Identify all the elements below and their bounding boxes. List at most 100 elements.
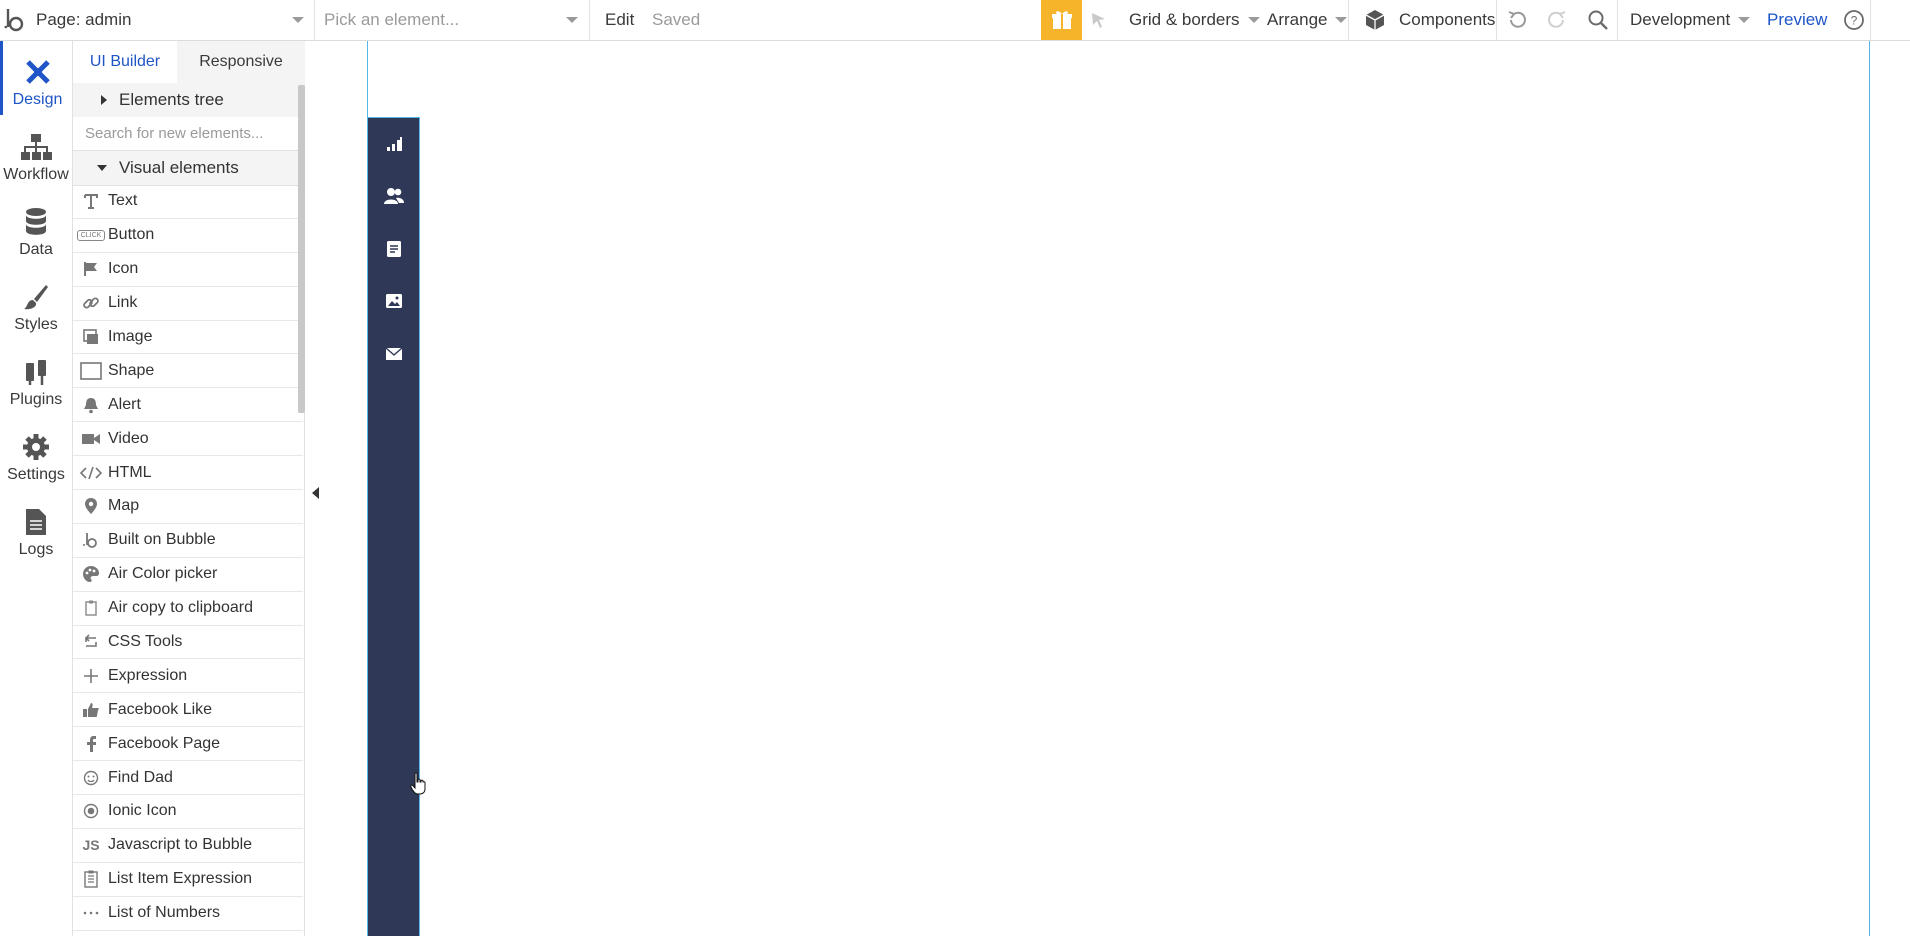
page-frame[interactable]	[367, 41, 1870, 936]
grid-borders-menu[interactable]: Grid & borders	[1129, 0, 1260, 40]
element-javascript-to-bubble[interactable]: JS Javascript to Bubble	[73, 829, 303, 863]
panel-tabs: UI Builder Responsive	[73, 41, 305, 84]
undo-button[interactable]	[1506, 0, 1528, 40]
element-built-on-bubble[interactable]: Built on Bubble	[73, 524, 303, 558]
nav-settings-label: Settings	[7, 466, 65, 483]
nav-logs[interactable]: Logs	[0, 491, 72, 565]
database-icon	[26, 208, 46, 235]
users-icon[interactable]	[368, 184, 420, 208]
element-link[interactable]: Link	[73, 287, 303, 321]
element-image[interactable]: Image	[73, 321, 303, 355]
element-facebook-page[interactable]: Facebook Page	[73, 727, 303, 762]
element-ionic-icon[interactable]: Ionic Icon	[73, 795, 303, 829]
dots-icon	[76, 910, 106, 916]
undo-icon	[1508, 11, 1526, 28]
redo-button[interactable]	[1546, 0, 1568, 40]
nav-workflow[interactable]: Workflow	[0, 116, 72, 190]
chevron-down-icon	[1738, 17, 1751, 23]
element-label: Built on Bubble	[108, 531, 216, 549]
element-label: Air Color picker	[108, 565, 218, 583]
element-label: Find Dad	[108, 768, 173, 786]
element-label: Alert	[108, 395, 141, 413]
smiley-icon	[76, 770, 106, 786]
css-tools-icon	[76, 633, 106, 651]
plus-icon	[76, 668, 106, 684]
tab-responsive[interactable]: Responsive	[177, 41, 305, 83]
element-shape[interactable]: Shape	[73, 354, 303, 389]
element-label: Icon	[108, 260, 139, 278]
gift-button[interactable]	[1041, 0, 1082, 40]
mail-icon[interactable]	[368, 342, 420, 366]
panel-scrollbar[interactable]	[298, 85, 305, 413]
environment-menu[interactable]: Development	[1630, 0, 1751, 40]
element-label: Shape	[108, 361, 155, 379]
element-list-of-numbers[interactable]: List of Numbers	[73, 897, 303, 931]
element-picker[interactable]: Pick an element...	[324, 0, 578, 40]
element-label: Expression	[108, 666, 188, 684]
nav-data[interactable]: Data	[0, 191, 72, 265]
bar-chart-icon[interactable]	[368, 132, 420, 156]
element-icon[interactable]: Icon	[73, 253, 303, 287]
svg-text:?: ?	[1851, 14, 1858, 28]
element-label: Ionic Icon	[108, 802, 177, 820]
divider	[589, 0, 590, 40]
element-alert[interactable]: Alert	[73, 388, 303, 423]
element-search-input[interactable]	[73, 117, 305, 151]
element-expression[interactable]: Expression	[73, 659, 303, 694]
help-button[interactable]: ?	[1843, 0, 1865, 40]
element-html[interactable]: HTML	[73, 456, 303, 491]
arrange-menu[interactable]: Arrange	[1267, 0, 1348, 40]
nav-styles[interactable]: Styles	[0, 266, 72, 340]
element-video[interactable]: Video	[73, 422, 303, 457]
bubble-logo-icon	[76, 531, 106, 549]
components-button[interactable]: Components	[1363, 0, 1495, 40]
image-icon[interactable]	[368, 289, 420, 313]
element-map[interactable]: Map	[73, 490, 303, 524]
element-label: HTML	[108, 463, 152, 481]
element-button[interactable]: CLICK Button	[73, 219, 303, 253]
page-selector[interactable]: Page: admin	[36, 0, 304, 40]
caret-down-icon	[97, 165, 107, 171]
nav-data-label: Data	[19, 241, 53, 258]
facebook-icon	[76, 735, 106, 753]
element-air-copy-to-clipboard[interactable]: Air copy to clipboard	[73, 592, 303, 626]
element-text[interactable]: Text	[73, 185, 303, 219]
element-label: List Item Expression	[108, 870, 253, 888]
element-css-tools[interactable]: CSS Tools	[73, 626, 303, 660]
nav-design[interactable]: Design	[0, 41, 72, 115]
preview-link[interactable]: Preview	[1767, 0, 1827, 40]
visual-elements-label: Visual elements	[119, 158, 239, 177]
chevron-down-icon	[1335, 17, 1348, 23]
search-button[interactable]	[1587, 0, 1609, 40]
element-find-dad[interactable]: Find Dad	[73, 761, 303, 796]
ionic-icon	[76, 803, 106, 819]
chevron-down-icon	[1247, 17, 1260, 23]
element-label: Facebook Like	[108, 700, 213, 718]
top-toolbar: Page: admin Pick an element... Edit Save…	[0, 0, 1910, 41]
elements-tree-header[interactable]: Elements tree	[73, 83, 305, 118]
design-icon	[25, 60, 50, 84]
element-air-color-picker[interactable]: Air Color picker	[73, 558, 303, 592]
palette-icon	[76, 565, 106, 583]
nav-settings[interactable]: Settings	[0, 416, 72, 490]
collapse-panel-button[interactable]	[310, 484, 322, 502]
divider	[1870, 0, 1871, 40]
visual-elements-header[interactable]: Visual elements	[73, 151, 305, 186]
caret-left-icon	[312, 487, 319, 499]
js-icon: JS	[82, 837, 100, 854]
map-pin-icon	[76, 497, 106, 515]
nav-logs-label: Logs	[18, 541, 54, 558]
selector-cursor-icon[interactable]	[1090, 0, 1108, 40]
bubble-logo-icon[interactable]	[4, 0, 28, 40]
thumbs-up-icon	[76, 701, 106, 719]
element-list-item-expression[interactable]: List Item Expression	[73, 863, 303, 897]
nav-plugins[interactable]: Plugins	[0, 341, 72, 415]
note-icon[interactable]	[368, 237, 420, 261]
edit-button[interactable]: Edit	[605, 0, 634, 40]
components-label: Components	[1399, 10, 1496, 29]
element-facebook-like[interactable]: Facebook Like	[73, 693, 303, 728]
element-label: Javascript to Bubble	[108, 836, 253, 854]
element-label: Facebook Page	[108, 734, 221, 752]
tab-ui-builder[interactable]: UI Builder	[73, 41, 178, 83]
admin-sidebar-element[interactable]	[368, 117, 420, 936]
